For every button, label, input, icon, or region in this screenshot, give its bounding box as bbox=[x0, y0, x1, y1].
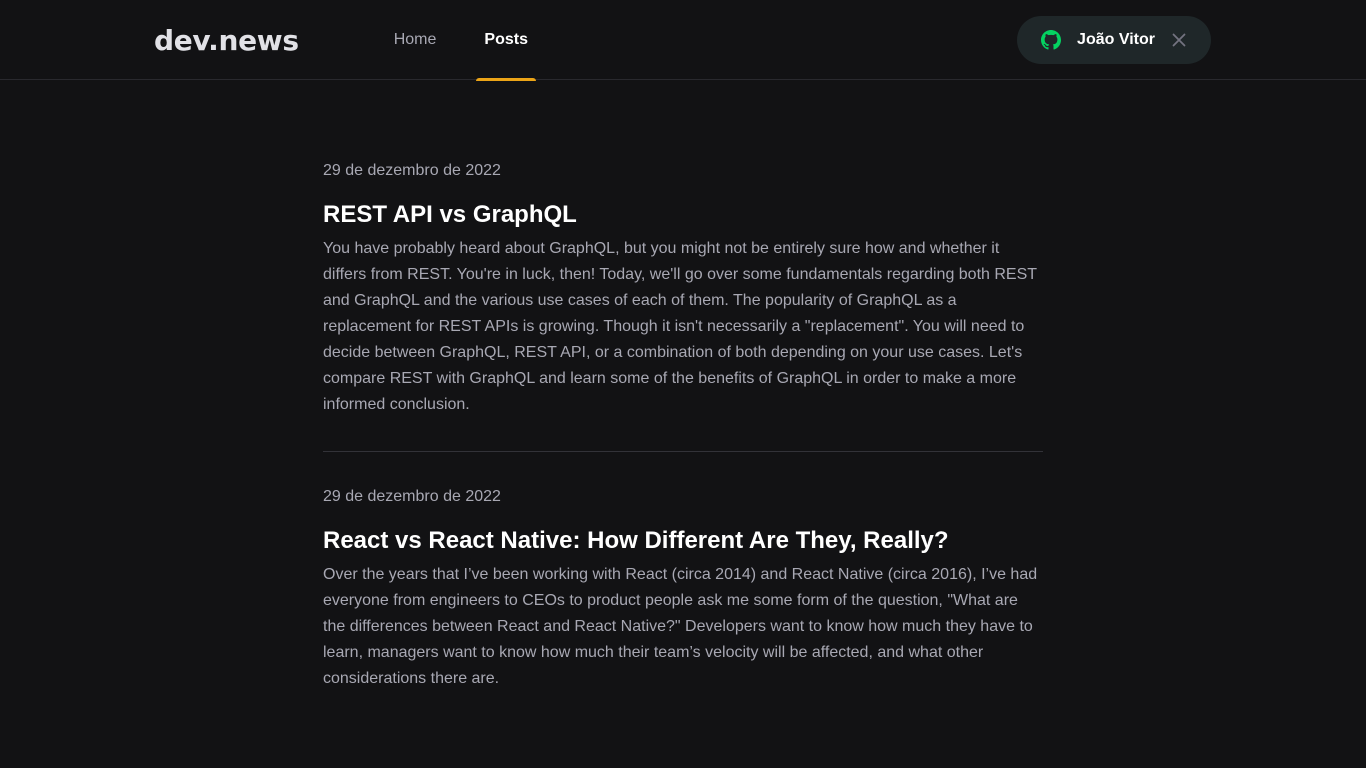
main-nav: Home Posts bbox=[386, 0, 536, 81]
site-logo[interactable]: dev.news bbox=[154, 24, 299, 57]
header-content: dev.news Home Posts João Vitor bbox=[154, 0, 1211, 81]
top-header: dev.news Home Posts João Vitor bbox=[0, 0, 1366, 81]
post-date: 29 de dezembro de 2022 bbox=[323, 162, 501, 179]
github-signin-button[interactable]: João Vitor bbox=[1017, 16, 1211, 64]
post-date: 29 de dezembro de 2022 bbox=[323, 488, 501, 505]
posts-list: 29 de dezembro de 2022 REST API vs Graph… bbox=[323, 80, 1043, 725]
github-icon bbox=[1041, 30, 1062, 50]
post-title[interactable]: React vs React Native: How Different Are… bbox=[323, 524, 1043, 558]
nav-link-posts[interactable]: Posts bbox=[476, 0, 536, 81]
post-excerpt: Over the years that I’ve been working wi… bbox=[323, 566, 1038, 687]
post-excerpt: You have probably heard about GraphQL, b… bbox=[323, 240, 1037, 413]
post-item[interactable]: 29 de dezembro de 2022 REST API vs Graph… bbox=[323, 158, 1043, 451]
post-item[interactable]: 29 de dezembro de 2022 React vs React Na… bbox=[323, 451, 1043, 725]
nav-link-home[interactable]: Home bbox=[386, 0, 445, 80]
close-icon[interactable] bbox=[1171, 32, 1187, 48]
user-name: João Vitor bbox=[1077, 31, 1155, 48]
post-title[interactable]: REST API vs GraphQL bbox=[323, 198, 1043, 232]
